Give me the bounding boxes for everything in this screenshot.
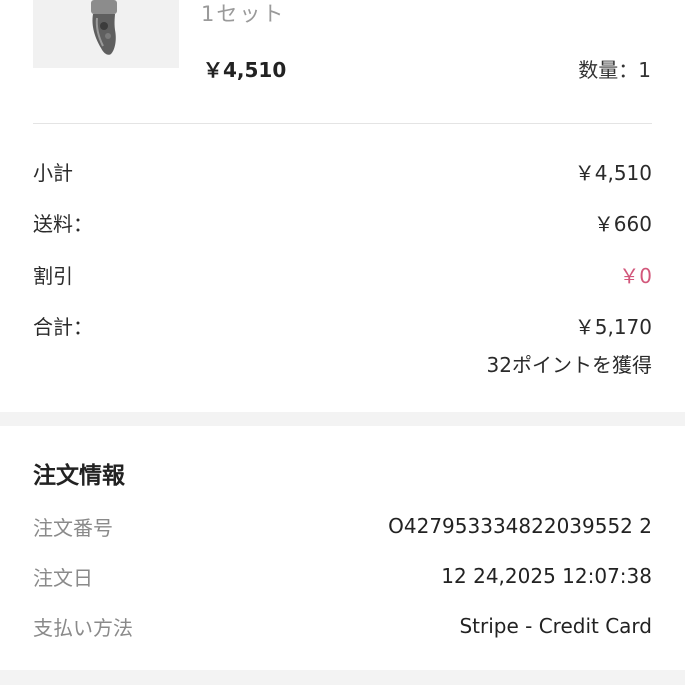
total-value: ￥5,170: [574, 314, 652, 339]
payment-method-value: Stripe - Credit Card: [459, 614, 652, 638]
product-quantity: 数量：1: [578, 58, 651, 82]
product-variant: 1セット: [201, 2, 286, 26]
section-separator: [0, 412, 685, 426]
divider: [33, 123, 652, 124]
points-earned: 32ポイントを獲得: [486, 353, 652, 377]
product-thumbnail[interactable]: [33, 0, 179, 68]
order-date-value: 12 24,2025 12:07:38: [441, 564, 652, 588]
discount-label: 割引: [33, 263, 73, 288]
discount-value: ￥0: [619, 263, 652, 288]
shipping-label: 送料：: [33, 211, 93, 236]
total-row: 合計： ￥5,170: [33, 310, 652, 340]
order-date-row: 注文日 12 24,2025 12:07:38: [33, 561, 652, 591]
order-number-row: 注文番号 O427953334822039552 2: [33, 511, 652, 541]
ring-product-image: [91, 0, 117, 55]
subtotal-value: ￥4,510: [574, 160, 652, 185]
product-price: ￥4,510: [203, 58, 287, 82]
order-date-label: 注文日: [33, 565, 93, 590]
order-number-label: 注文番号: [33, 515, 113, 540]
subtotal-label: 小計: [33, 160, 73, 185]
discount-row: 割引 ￥0: [33, 259, 652, 289]
order-number-value[interactable]: O427953334822039552 2: [388, 514, 652, 538]
shipping-row: 送料： ￥660: [33, 207, 652, 237]
order-detail-page: 1セット ￥4,510 数量：1 小計 ￥4,510 送料： ￥660 割引 ￥…: [0, 0, 685, 685]
total-label: 合計：: [33, 314, 93, 339]
payment-method-label: 支払い方法: [33, 615, 133, 640]
subtotal-row: 小計 ￥4,510: [33, 156, 652, 186]
payment-method-row: 支払い方法 Stripe - Credit Card: [33, 611, 652, 641]
shipping-value: ￥660: [593, 211, 652, 236]
order-info-title: 注文情報: [33, 463, 125, 489]
section-separator-bottom: [0, 670, 685, 685]
order-item[interactable]: 1セット ￥4,510 数量：1: [0, 0, 685, 150]
